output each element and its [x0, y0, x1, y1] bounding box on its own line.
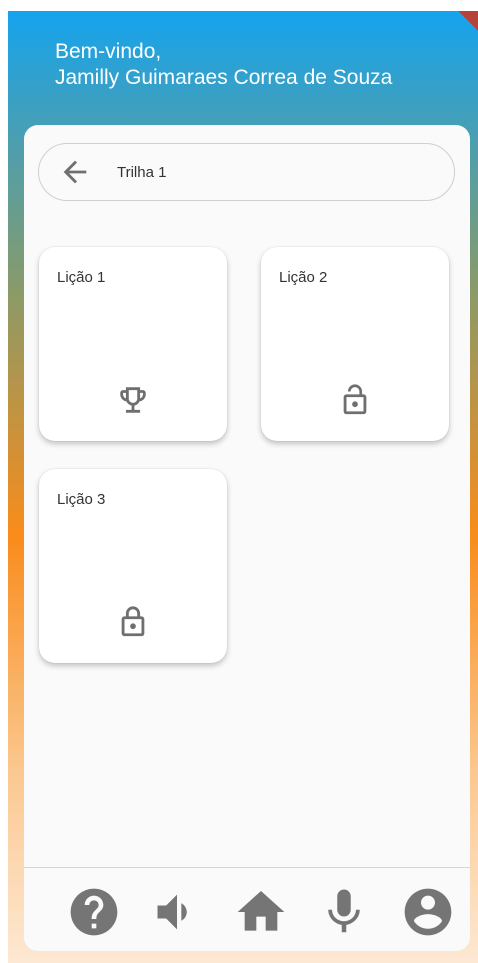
help-icon — [70, 888, 118, 936]
lesson-card-1[interactable]: Lição 1 — [39, 247, 227, 441]
lesson-card-3[interactable]: Lição 3 — [39, 469, 227, 663]
sound-button[interactable] — [149, 884, 205, 940]
lesson-card-2[interactable]: Lição 2 — [261, 247, 449, 441]
lesson-label: Lição 2 — [279, 269, 328, 286]
lock-icon — [115, 604, 151, 640]
bottom-navigation — [24, 867, 470, 951]
app-screen: Bem-vindo, Jamilly Guimaraes Correa de S… — [8, 11, 478, 963]
user-name: Jamilly Guimaraes Correa de Souza — [55, 66, 393, 89]
profile-button[interactable] — [400, 884, 456, 940]
account-icon — [404, 888, 452, 936]
welcome-greeting: Bem-vindo, Jamilly Guimaraes Correa de S… — [55, 39, 392, 91]
trail-header-bar: Trilha 1 — [38, 143, 455, 201]
trophy-icon — [115, 382, 151, 418]
lock-open-icon — [337, 382, 373, 418]
content-panel: Trilha 1 Lição 1 Lição 2 Lição 3 — [24, 125, 470, 951]
lesson-label: Lição 1 — [57, 269, 106, 286]
microphone-icon — [328, 889, 360, 933]
microphone-button[interactable] — [316, 884, 372, 940]
trail-title: Trilha 1 — [117, 163, 167, 181]
lesson-label: Lição 3 — [57, 491, 106, 508]
back-button[interactable] — [55, 152, 95, 192]
greeting-line1: Bem-vindo, — [55, 40, 162, 63]
home-icon — [237, 891, 285, 931]
home-button[interactable] — [233, 884, 289, 940]
volume-icon — [157, 894, 187, 930]
debug-corner-badge — [458, 11, 478, 31]
arrow-back-icon — [63, 160, 87, 184]
help-button[interactable] — [66, 884, 122, 940]
